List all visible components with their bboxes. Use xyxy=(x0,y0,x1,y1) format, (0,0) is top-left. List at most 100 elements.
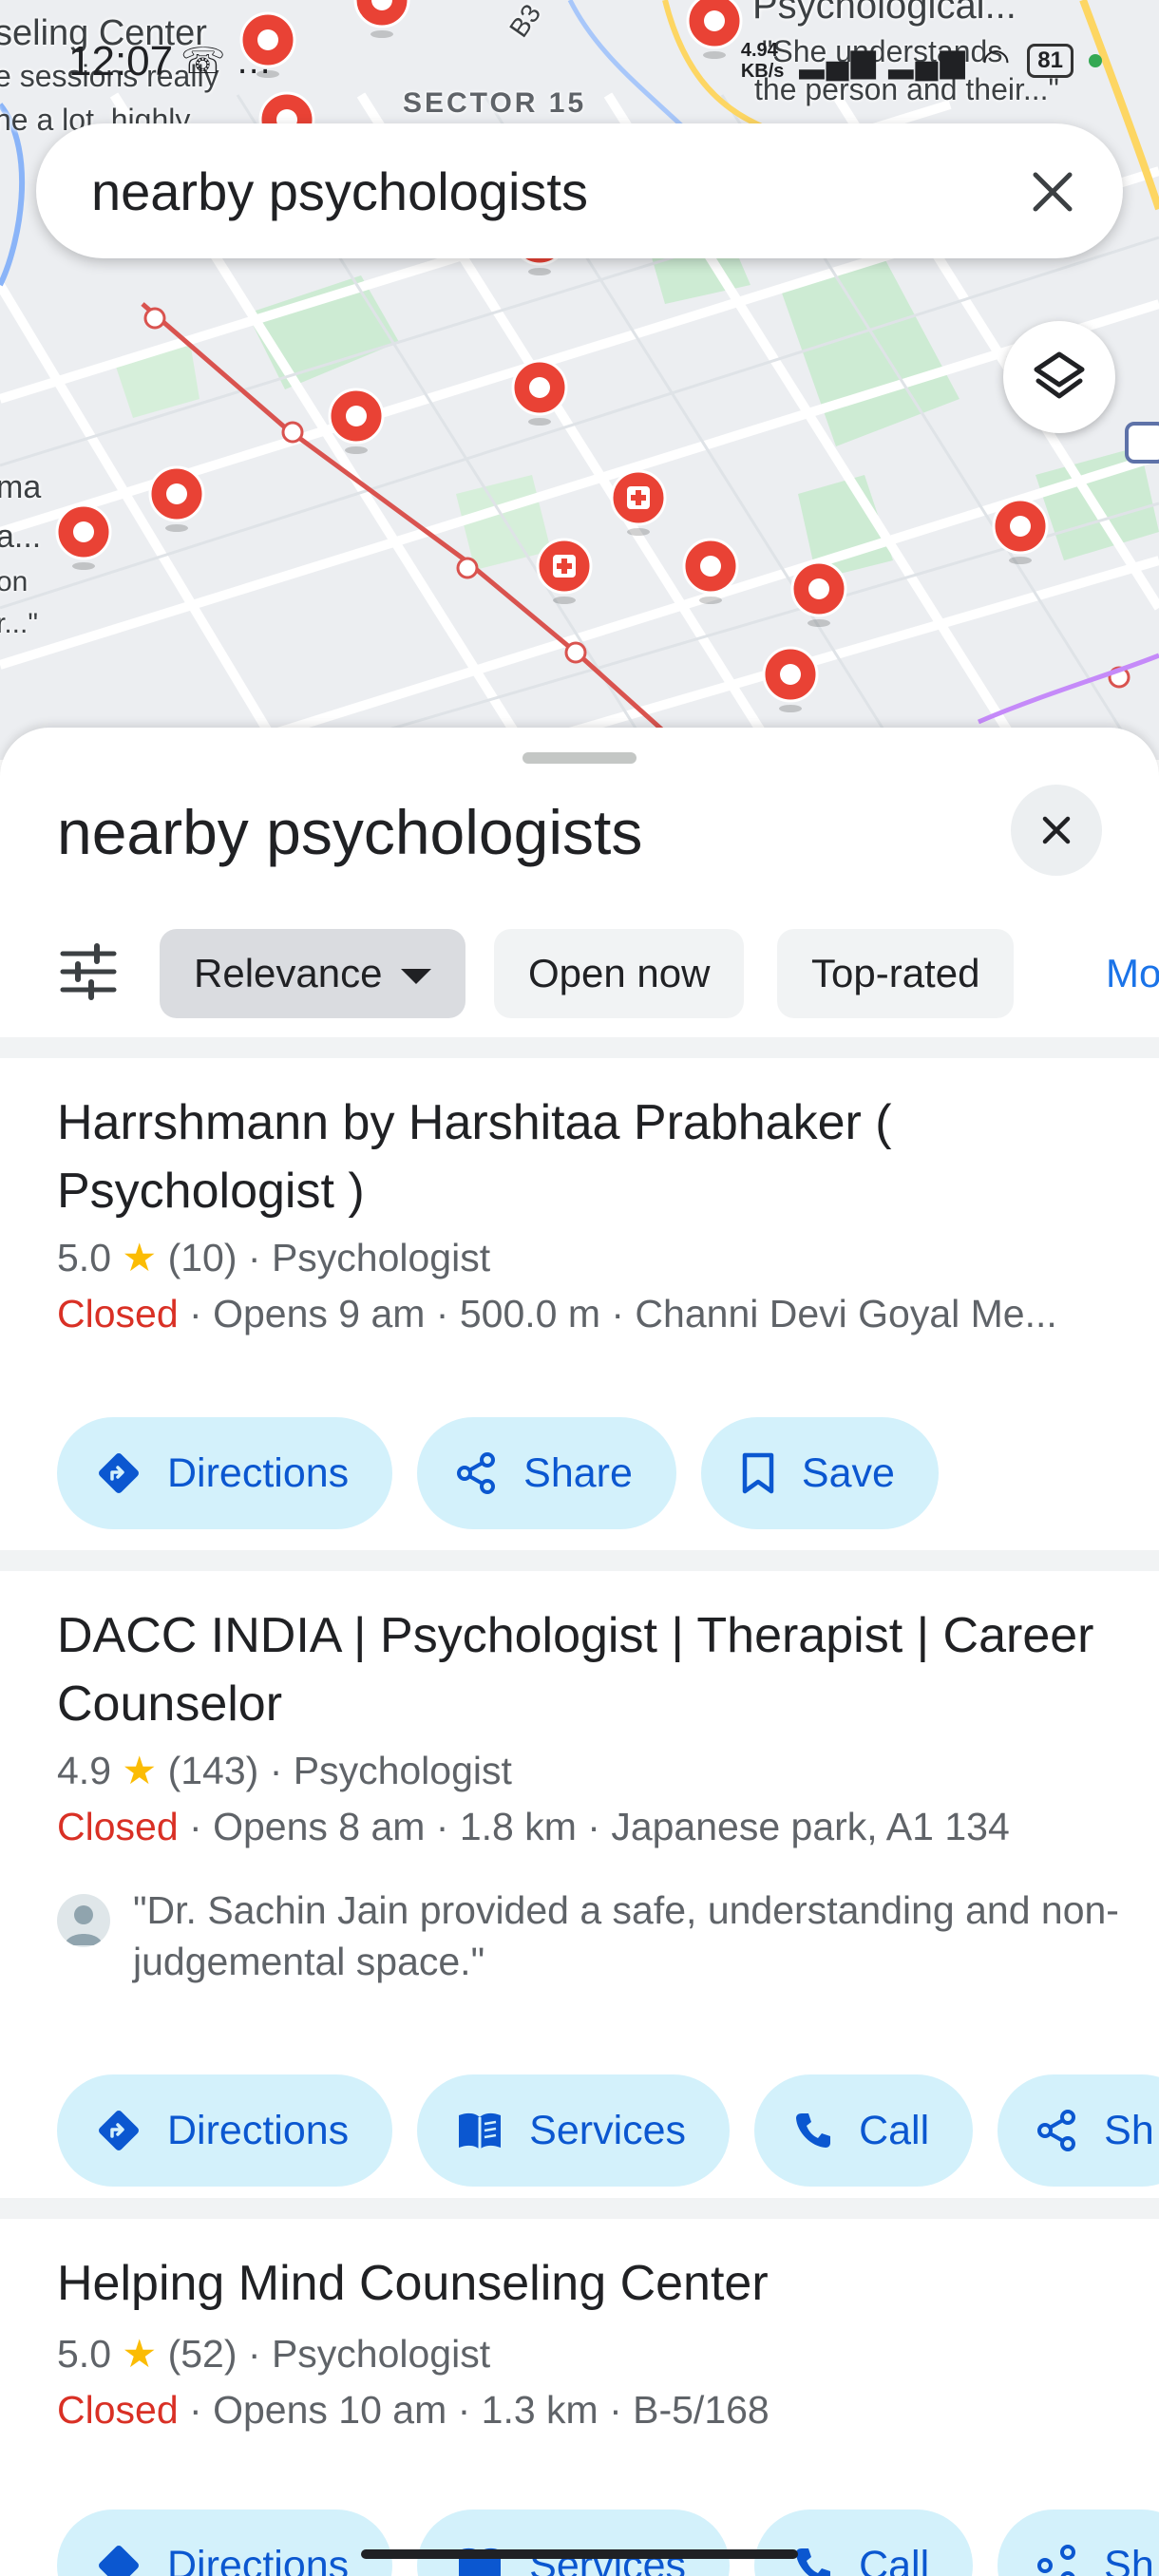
open-status: Closed xyxy=(57,1805,179,1848)
chip-more[interactable]: Mo xyxy=(1106,929,1159,1018)
chip-relevance[interactable]: Relevance xyxy=(160,929,466,1018)
network-speed: 4.94 KB/s xyxy=(741,40,785,82)
result-details: · Opens 9 am · 500.0 m · Channi Devi Goy… xyxy=(189,1292,1057,1335)
star-icon: ★ xyxy=(122,1749,158,1792)
search-bar[interactable]: nearby psychologists xyxy=(36,123,1123,258)
status-bar: 12:07 ☏ … 4.94 KB/s ▂▄▆ ▂▄▆ ◠ 81 xyxy=(0,19,1159,104)
rating-value: 4.9 xyxy=(57,1749,111,1792)
result-name[interactable]: Harrshmann by Harshitaa Prabhaker ( Psyc… xyxy=(57,1089,1102,1225)
review-snippet: "Dr. Sachin Jain provided a safe, unders… xyxy=(57,1885,1140,1987)
transit-station-icon[interactable] xyxy=(1125,422,1159,464)
services-button[interactable]: Services xyxy=(417,2074,731,2187)
directions-button[interactable]: Directions xyxy=(57,2074,393,2187)
review-quote: "Dr. Sachin Jain provided a safe, unders… xyxy=(133,1888,1119,1983)
medical-pin-icon[interactable] xyxy=(608,469,669,540)
result-card[interactable]: Helping Mind Counseling Center 5.0 ★ (52… xyxy=(0,2219,1159,2576)
bookmark-icon xyxy=(742,1452,774,1494)
place-pin-icon[interactable] xyxy=(326,388,387,458)
call-button[interactable]: Call xyxy=(754,2510,974,2576)
wifi-icon: ◠ xyxy=(981,43,1013,79)
open-status: Closed xyxy=(57,1292,179,1335)
chip-top-rated[interactable]: Top-rated xyxy=(777,929,1015,1018)
result-card[interactable]: DACC INDIA | Psychologist | Therapist | … xyxy=(0,1571,1159,2217)
save-button[interactable]: Save xyxy=(700,1417,939,1529)
place-pin-icon[interactable] xyxy=(146,465,207,536)
result-details: · Opens 10 am · 1.3 km · B-5/168 xyxy=(189,2388,770,2432)
section-divider xyxy=(0,1550,1159,1571)
medical-pin-icon[interactable] xyxy=(534,538,595,608)
directions-button[interactable]: Directions xyxy=(57,2510,393,2576)
privacy-indicator-icon xyxy=(1089,54,1102,67)
directions-label: Directions xyxy=(167,2542,350,2576)
share-button[interactable]: Share xyxy=(417,1417,676,1529)
map-label-left: on xyxy=(0,566,28,597)
place-pin-icon[interactable] xyxy=(680,538,741,608)
home-indicator[interactable] xyxy=(361,2549,798,2559)
search-input[interactable]: nearby psychologists xyxy=(91,161,588,222)
rating-value: 5.0 xyxy=(57,1236,111,1279)
phone-icon xyxy=(796,2548,831,2576)
result-hours-row: Closed · Opens 8 am · 1.8 km · Japanese … xyxy=(57,1805,1010,1849)
directions-icon xyxy=(99,2111,139,2150)
share-button[interactable]: Sh xyxy=(998,2510,1159,2576)
save-label: Save xyxy=(801,1449,895,1496)
result-name[interactable]: DACC INDIA | Psychologist | Therapist | … xyxy=(57,1601,1102,1738)
result-actions: Directions Share Save xyxy=(57,1417,939,1529)
directions-button[interactable]: Directions xyxy=(57,1417,393,1529)
status-notification-icons: ☏ … xyxy=(180,42,273,82)
place-pin-icon[interactable] xyxy=(760,646,821,716)
filter-settings-icon[interactable] xyxy=(59,942,118,1001)
close-sheet-button[interactable] xyxy=(1011,785,1102,876)
network-speed-value: 4.94 xyxy=(740,40,778,61)
result-rating-row: 4.9 ★ (143) · Psychologist xyxy=(57,1749,512,1792)
layers-button[interactable] xyxy=(1003,321,1115,433)
result-hours-row: Closed · Opens 10 am · 1.3 km · B-5/168 xyxy=(57,2388,770,2433)
layers-icon xyxy=(1034,351,1085,399)
call-button[interactable]: Call xyxy=(754,2074,974,2187)
results-sheet: nearby psychologists Relevance Open now … xyxy=(0,728,1159,2576)
map-view[interactable]: seling Center e sessions really he a lot… xyxy=(0,0,1159,760)
result-category: Psychologist xyxy=(271,1236,491,1279)
map-label-left: ma xyxy=(0,469,42,505)
person-icon xyxy=(65,1905,103,1945)
share-icon xyxy=(1037,2545,1076,2576)
sheet-title: nearby psychologists xyxy=(57,797,643,867)
result-rating-row: 5.0 ★ (10) · Psychologist xyxy=(57,1236,491,1279)
section-divider xyxy=(0,1037,1159,1058)
result-details: · Opens 8 am · 1.8 km · Japanese park, A… xyxy=(189,1805,1010,1848)
share-label: Share xyxy=(523,1449,633,1496)
sheet-drag-handle[interactable] xyxy=(522,752,636,764)
share-button[interactable]: Sh xyxy=(998,2074,1159,2187)
result-category: Psychologist xyxy=(293,1749,512,1792)
result-rating-row: 5.0 ★ (52) · Psychologist xyxy=(57,2332,491,2376)
place-pin-icon[interactable] xyxy=(788,560,849,631)
clear-search-icon[interactable] xyxy=(1026,165,1079,218)
avatar xyxy=(57,1894,110,1947)
review-count: (52) xyxy=(167,2332,238,2376)
chip-open-now[interactable]: Open now xyxy=(494,929,745,1018)
section-divider xyxy=(0,2198,1159,2219)
services-label: Services xyxy=(529,2542,687,2576)
chip-relevance-label: Relevance xyxy=(194,951,383,995)
services-label: Services xyxy=(529,2107,687,2153)
directions-label: Directions xyxy=(167,2107,350,2153)
status-time: 12:07 xyxy=(68,38,174,85)
directions-icon xyxy=(99,2546,139,2576)
result-card[interactable]: Harrshmann by Harshitaa Prabhaker ( Psyc… xyxy=(0,1058,1159,1590)
place-pin-icon[interactable] xyxy=(990,498,1051,568)
result-hours-row: Closed · Opens 9 am · 500.0 m · Channi D… xyxy=(57,1292,1057,1336)
result-name[interactable]: Helping Mind Counseling Center xyxy=(57,2249,1102,2318)
share-label: Sh xyxy=(1104,2542,1154,2576)
rating-value: 5.0 xyxy=(57,2332,111,2376)
services-button[interactable]: Services xyxy=(417,2510,731,2576)
star-icon: ★ xyxy=(122,1236,158,1279)
place-pin-icon[interactable] xyxy=(53,503,114,574)
place-pin-icon[interactable] xyxy=(509,359,570,429)
share-icon xyxy=(1037,2110,1076,2151)
signal-icon: ▂▄▆ ▂▄▆ xyxy=(799,43,967,79)
open-status: Closed xyxy=(57,2388,179,2432)
menu-book-icon xyxy=(459,2112,502,2150)
star-icon: ★ xyxy=(122,2332,158,2376)
filter-chips: Relevance Open now Top-rated Mo xyxy=(0,923,1159,1018)
phone-icon xyxy=(796,2113,831,2148)
